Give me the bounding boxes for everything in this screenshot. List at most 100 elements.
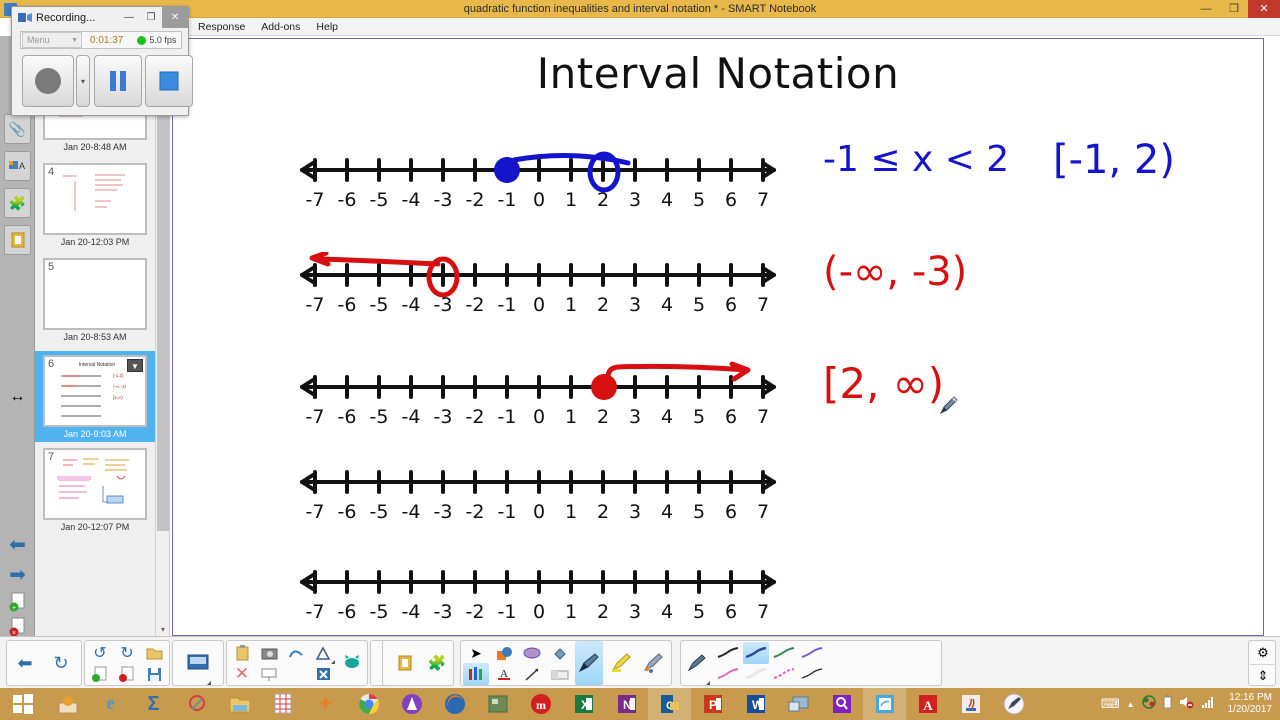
list-item[interactable]: 6 ▼ Interval Notation [-1,2) (-∞,-3) [2,… [35,351,169,442]
taskbar-app-java[interactable] [949,688,992,720]
fill-tool[interactable] [547,642,573,664]
list-item[interactable]: 5 Jan 20-8:53 AM [43,258,155,342]
recorder-maximize-button[interactable]: ❐ [140,7,162,28]
minimize-button[interactable]: — [1192,0,1220,18]
stroke-black-swatch[interactable] [715,642,741,664]
scrollbar-thumb[interactable] [157,76,169,531]
highlighter-tool[interactable] [607,641,635,685]
page-thumbnail[interactable]: 4 [43,163,147,235]
taskbar-app-excel[interactable]: X [562,688,605,720]
recorder-close-button[interactable]: ✕ [162,7,188,28]
menu-item-help[interactable]: Help [316,21,338,33]
shape-recognition-button[interactable] [283,642,309,664]
windows-start-icon[interactable] [0,688,46,720]
pen-tool[interactable] [575,641,603,685]
taskbar-app-green-box[interactable] [476,688,519,720]
maximize-button[interactable]: ❐ [1220,0,1248,18]
transparent-background-button[interactable] [310,663,336,685]
dropdown-corner-icon[interactable] [207,681,211,685]
back-arrow-button[interactable]: ⬅ [11,641,39,685]
taskbar-app-smart-notebook[interactable] [863,688,906,720]
taskbar-app-word[interactable]: W [734,688,777,720]
taskbar-app-smart-ink[interactable] [992,688,1035,720]
battery-icon[interactable] [1163,694,1172,714]
list-item[interactable]: 7 Jan 20-12:07 PM [43,448,155,532]
page-thumbnail[interactable]: 5 [43,258,147,330]
add-page-icon[interactable]: + [4,589,31,615]
paste-button[interactable] [229,642,255,664]
taskbar-app-firefox[interactable] [433,688,476,720]
network-status-icon[interactable] [1141,694,1156,714]
stop-button[interactable] [145,55,193,107]
creative-pen-tool[interactable] [639,641,667,685]
close-button[interactable]: ✕ [229,663,255,685]
line-tool[interactable] [519,663,545,685]
settings-gear-icon[interactable]: ⚙ [1250,642,1276,664]
redo-button[interactable]: ↻ [114,642,140,664]
add-ons-icon[interactable]: 🧩 [4,188,31,218]
pause-button[interactable] [94,55,142,107]
close-button[interactable]: ✕ [1248,0,1280,18]
full-screen-button[interactable] [256,663,282,685]
add-ons-button[interactable]: 🧩 [423,641,451,685]
stroke-pink-swatch[interactable] [715,663,741,685]
signal-icon[interactable] [1201,695,1215,714]
page-thumbnail-panel[interactable]: y = mx + b Jan 20-8:48 AM 3 [35,36,170,636]
taskbar-app-search[interactable] [820,688,863,720]
previous-page-arrow[interactable]: ⬅ [4,531,31,557]
eraser-tool[interactable] [547,663,573,685]
screen-capture-button[interactable] [256,642,282,664]
forward-arrow-button[interactable]: ↻ [47,641,75,685]
stroke-purple-swatch[interactable] [799,642,825,664]
pens-tool[interactable] [463,663,489,685]
add-page-button[interactable] [87,663,113,685]
taskbar-app-file-explorer[interactable] [218,688,261,720]
move-toolbar-icon[interactable]: ⇕ [1250,664,1276,686]
show-hidden-icons[interactable]: ▲ [1127,700,1135,709]
taskbar-app-notebook-ink[interactable] [46,688,89,720]
taskbar-app-adobe-reader[interactable]: A [906,688,949,720]
thumbnail-scrollbar[interactable]: ▾ [155,36,169,636]
response-button[interactable] [339,651,365,673]
text-tool[interactable]: A [491,663,517,685]
keyboard-icon[interactable]: ⌨ [1101,696,1120,712]
taskbar-app-purple-a[interactable] [390,688,433,720]
dropdown-corner-icon[interactable] [706,681,710,685]
stroke-black-thin-swatch[interactable] [799,663,825,685]
taskbar-app-onenote[interactable]: N [605,688,648,720]
page-thumbnail[interactable]: 6 ▼ Interval Notation [-1,2) (-∞,-3) [2,… [43,355,147,427]
menu-item-add-ons[interactable]: Add-ons [261,21,300,33]
panel-resize-handle[interactable]: ↔ [4,384,31,410]
record-button[interactable] [22,55,74,107]
taskbar-app-outlook[interactable]: O [648,688,691,720]
open-file-button[interactable] [141,642,167,664]
stroke-blue-swatch[interactable] [743,642,769,664]
stroke-white-swatch[interactable] [743,663,769,685]
taskbar-app-snipping-tool[interactable] [175,688,218,720]
pen-type-button[interactable] [683,641,711,685]
taskbar-app-powerpoint[interactable]: P [691,688,734,720]
record-dropdown-button[interactable]: ▾ [76,55,90,107]
measurement-tools-button[interactable] [310,642,336,664]
stroke-green-swatch[interactable] [771,642,797,664]
taskbar-app-grid[interactable] [261,688,304,720]
taskbar-clock[interactable]: 12:16 PM 1/20/2017 [1222,692,1273,716]
volume-muted-icon[interactable] [1179,695,1194,714]
menu-item-response[interactable]: Response [198,21,245,33]
recorder-minimize-button[interactable]: — [118,7,140,28]
notebook-canvas[interactable]: Interval Notation -7 -6 -5 -4 -3 -2 -1 0… [172,38,1264,636]
taskbar-app-star[interactable]: ✦ [304,688,347,720]
attachments-icon[interactable]: 📎 [4,114,31,144]
list-item[interactable]: 4 Jan 20-12:03 PM [43,163,155,247]
taskbar-app-sigma[interactable]: Σ [132,688,175,720]
gallery-icon[interactable]: A [4,151,31,181]
scroll-down-arrow[interactable]: ▾ [156,625,169,634]
taskbar-app-red-m[interactable]: m [519,688,562,720]
delete-page-button[interactable] [114,663,140,685]
taskbar-app-internet-explorer[interactable]: e [89,688,132,720]
taskbar-app-remote-desktop[interactable] [777,688,820,720]
save-button[interactable] [141,663,167,685]
stroke-magenta-dotted-swatch[interactable] [771,663,797,685]
shapes-tool[interactable] [491,642,517,664]
undo-button[interactable]: ↺ [87,642,113,664]
